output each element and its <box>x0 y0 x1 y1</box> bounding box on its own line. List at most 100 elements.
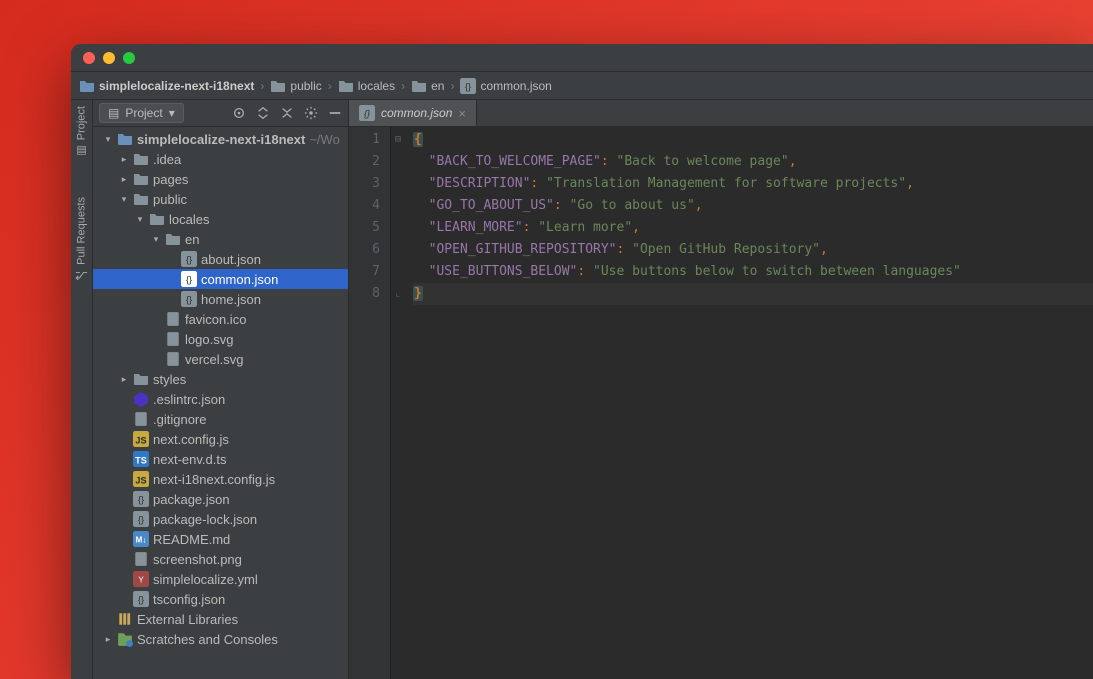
tree-item-readme-md[interactable]: M↓README.md <box>93 529 348 549</box>
fold-gutter[interactable]: ⊟⌞ <box>391 127 405 679</box>
code-line[interactable]: "BACK_TO_WELCOME_PAGE": "Back to welcome… <box>413 151 1093 173</box>
tree-item-next-env-d-ts[interactable]: TSnext-env.d.ts <box>93 449 348 469</box>
code-line[interactable]: "LEARN_MORE": "Learn more", <box>413 217 1093 239</box>
tree-item-label: next-i18next.config.js <box>153 472 275 487</box>
tree-arrow-icon[interactable]: ▾ <box>103 134 113 145</box>
code-content[interactable]: { "BACK_TO_WELCOME_PAGE": "Back to welco… <box>405 127 1093 679</box>
tree-scratches[interactable]: ▸Scratches and Consoles <box>93 629 348 649</box>
tree-item--gitignore[interactable]: .gitignore <box>93 409 348 429</box>
file-tree[interactable]: ▾simplelocalize-next-i18next ~/Wo▸.idea▸… <box>93 127 348 679</box>
tree-item-label: package.json <box>153 492 230 507</box>
main-area: ▤ Project ⎇ Pull Requests ▤ Project ▾ <box>71 100 1093 679</box>
tree-item-label: home.json <box>201 292 261 307</box>
close-tab-icon[interactable]: × <box>458 106 466 121</box>
json-icon: {} <box>133 492 149 506</box>
tree-item-styles[interactable]: ▸ styles <box>93 369 348 389</box>
lib-icon <box>117 612 133 626</box>
tree-arrow-icon[interactable]: ▸ <box>103 634 113 645</box>
tree-arrow-icon[interactable]: ▸ <box>119 374 129 385</box>
tree-item-common-json[interactable]: {}common.json <box>93 269 348 289</box>
breadcrumb: simplelocalize-next-i18next › public › l… <box>71 72 1093 100</box>
tree-item-logo-svg[interactable]: logo.svg <box>93 329 348 349</box>
tree-item-screenshot-png[interactable]: screenshot.png <box>93 549 348 569</box>
breadcrumb-item[interactable]: en <box>411 79 444 93</box>
tree-item-public[interactable]: ▾public <box>93 189 348 209</box>
locate-icon[interactable] <box>232 106 246 120</box>
tree-arrow-icon[interactable]: ▸ <box>119 174 129 185</box>
tree-external-libraries[interactable]: External Libraries <box>93 609 348 629</box>
ide-window: simplelocalize-next-i18next › public › l… <box>71 44 1093 679</box>
tree-item-en[interactable]: ▾en <box>93 229 348 249</box>
svg-text:{}: {} <box>186 294 192 304</box>
tool-tab-project[interactable]: ▤ Project <box>75 106 88 157</box>
tree-item-pages[interactable]: ▸pages <box>93 169 348 189</box>
code-editor[interactable]: 12345678 ⊟⌞ { "BACK_TO_WELCOME_PAGE": "B… <box>349 127 1093 679</box>
tree-item-package-json[interactable]: {} package.json <box>93 489 348 509</box>
breadcrumb-label: locales <box>358 79 395 93</box>
panel-view-selector[interactable]: ▤ Project ▾ <box>99 103 184 123</box>
breadcrumb-root[interactable]: simplelocalize-next-i18next <box>79 79 254 93</box>
tree-arrow-icon[interactable]: ▾ <box>135 214 145 225</box>
code-line[interactable]: "USE_BUTTONS_BELOW": "Use buttons below … <box>413 261 1093 283</box>
window-close-button[interactable] <box>83 52 95 64</box>
svg-text:JS: JS <box>135 436 146 446</box>
tree-root[interactable]: ▾simplelocalize-next-i18next ~/Wo <box>93 129 348 149</box>
tree-item-home-json[interactable]: {} home.json <box>93 289 348 309</box>
tree-arrow-icon[interactable]: ▾ <box>151 234 161 245</box>
tree-item-label: screenshot.png <box>153 552 242 567</box>
tree-arrow-icon[interactable]: ▾ <box>119 194 129 205</box>
tree-arrow-icon[interactable]: ▸ <box>119 154 129 165</box>
json-icon: {} <box>181 252 197 266</box>
editor-tab[interactable]: {} common.json × <box>349 100 477 126</box>
collapse-all-icon[interactable] <box>280 106 294 120</box>
settings-icon[interactable] <box>304 106 318 120</box>
window-minimize-button[interactable] <box>103 52 115 64</box>
folder-icon <box>149 212 165 226</box>
tree-item-label: tsconfig.json <box>153 592 225 607</box>
window-maximize-button[interactable] <box>123 52 135 64</box>
tool-tab-label: Project <box>76 106 88 140</box>
svg-text:{}: {} <box>465 81 471 91</box>
expand-all-icon[interactable] <box>256 106 270 120</box>
tree-item-label: vercel.svg <box>185 352 244 367</box>
tree-item-next-config-js[interactable]: JSnext.config.js <box>93 429 348 449</box>
fold-marker <box>391 261 405 283</box>
tree-item-locales[interactable]: ▾locales <box>93 209 348 229</box>
code-line[interactable]: "OPEN_GITHUB_REPOSITORY": "Open GitHub R… <box>413 239 1093 261</box>
fold-marker[interactable]: ⌞ <box>391 283 405 305</box>
tool-tab-pull-requests[interactable]: ⎇ Pull Requests <box>75 197 88 282</box>
tree-item-package-lock-json[interactable]: {}package-lock.json <box>93 509 348 529</box>
line-number: 4 <box>349 195 380 217</box>
breadcrumb-item[interactable]: {} common.json <box>460 79 551 93</box>
tree-item-label: simplelocalize-next-i18next <box>137 132 305 147</box>
tree-item-favicon-ico[interactable]: favicon.ico <box>93 309 348 329</box>
tree-item-next-i18next-config-js[interactable]: JS next-i18next.config.js <box>93 469 348 489</box>
minimize-panel-icon[interactable] <box>328 106 342 120</box>
breadcrumb-label: en <box>431 79 444 93</box>
code-line[interactable]: "DESCRIPTION": "Translation Management f… <box>413 173 1093 195</box>
tree-item-label: simplelocalize.yml <box>153 572 258 587</box>
eslint-icon <box>133 392 149 406</box>
tree-item-about-json[interactable]: {}about.json <box>93 249 348 269</box>
tree-item-simplelocalize-yml[interactable]: Ysimplelocalize.yml <box>93 569 348 589</box>
code-line[interactable]: { <box>413 129 1093 151</box>
breadcrumb-item[interactable]: locales <box>338 79 395 93</box>
tree-item--eslintrc-json[interactable]: .eslintrc.json <box>93 389 348 409</box>
tree-item-tsconfig-json[interactable]: {}tsconfig.json <box>93 589 348 609</box>
tree-item-label: .idea <box>153 152 181 167</box>
panel-title: Project <box>125 106 162 120</box>
fold-marker[interactable]: ⊟ <box>391 129 405 151</box>
folder-icon <box>133 192 149 206</box>
tree-item-vercel-svg[interactable]: vercel.svg <box>93 349 348 369</box>
code-line[interactable]: "GO_TO_ABOUT_US": "Go to about us", <box>413 195 1093 217</box>
folder-icon <box>411 79 427 93</box>
code-line[interactable]: } <box>413 283 1093 305</box>
tool-tab-label: Pull Requests <box>76 197 88 265</box>
breadcrumb-item[interactable]: public <box>270 79 321 93</box>
tree-item--idea[interactable]: ▸ .idea <box>93 149 348 169</box>
svg-text:JS: JS <box>135 476 146 486</box>
line-number: 6 <box>349 239 380 261</box>
tree-item-label: common.json <box>201 272 278 287</box>
titlebar <box>71 44 1093 72</box>
tree-item-label: styles <box>153 372 186 387</box>
